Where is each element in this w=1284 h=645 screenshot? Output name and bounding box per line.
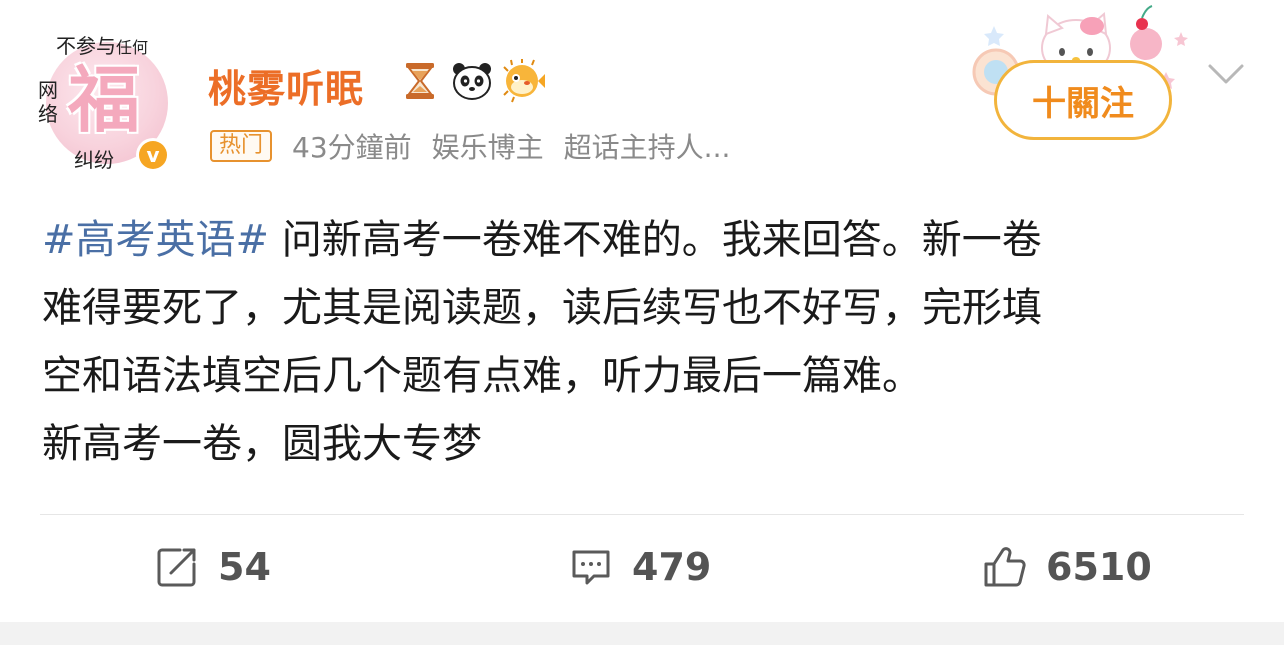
post-meta: 热门 43分鐘前 娱乐博主 超话主持人... [210,126,750,166]
post-time: 43分鐘前 [292,131,412,164]
avatar-glyph: 福 [68,57,141,142]
bottom-separator [0,622,1284,645]
avatar[interactable]: 福 不参与任何 网络 纠纷 v [38,30,172,176]
panda-icon [453,63,491,100]
post-line-1: #高考英语# 问新高考一卷难不难的。我来回答。新一卷 [42,217,1042,263]
hourglass-icon [406,63,434,99]
post-line-4: 新高考一卷，圆我大专梦 [42,421,482,467]
like-button[interactable]: 6510 [982,542,1152,592]
verified-badge-icon: v [136,138,170,172]
avatar-watermark-bottom: 纠纷 [74,148,114,172]
user-role: 娱乐博主 [431,131,544,164]
weibo-post-card: 福 不参与任何 网络 纠纷 v 桃雾听眠 热门 43分鐘前 娱乐博主 超话主持人… [0,0,1284,645]
post-line-3: 空和语法填空后几个题有点难，听力最后一篇难。 [42,353,922,399]
follow-button[interactable]: 十關注 [994,60,1172,140]
user-tag[interactable]: 超话主持人... [564,126,731,166]
divider [40,514,1244,515]
hot-badge: 热门 [210,130,273,162]
username[interactable]: 桃雾听眠 [208,58,364,113]
repost-icon [157,548,196,587]
username-emojis [398,58,546,104]
chevron-down-icon[interactable] [1206,60,1246,90]
post-line-2: 难得要死了，尤其是阅读题，读后续写也不好写，完形填 [42,285,1042,331]
repost-button[interactable]: 54 [154,542,271,592]
pufferfish-icon [503,59,545,103]
comment-icon [572,550,610,585]
thumbs-up-icon [984,547,1026,587]
avatar-watermark-top: 不参与任何 [56,34,149,58]
hashtag-link[interactable]: #高考英语# [42,217,269,263]
repost-count: 54 [218,545,271,589]
post-content: #高考英语# 问新高考一卷难不难的。我来回答。新一卷 难得要死了，尤其是阅读题，… [42,206,1252,478]
like-count: 6510 [1046,545,1152,589]
comment-count: 479 [632,545,712,589]
action-bar: 54 479 6510 [0,530,1284,610]
comment-button[interactable]: 479 [568,542,711,592]
avatar-watermark-left: 网络 [38,78,58,126]
